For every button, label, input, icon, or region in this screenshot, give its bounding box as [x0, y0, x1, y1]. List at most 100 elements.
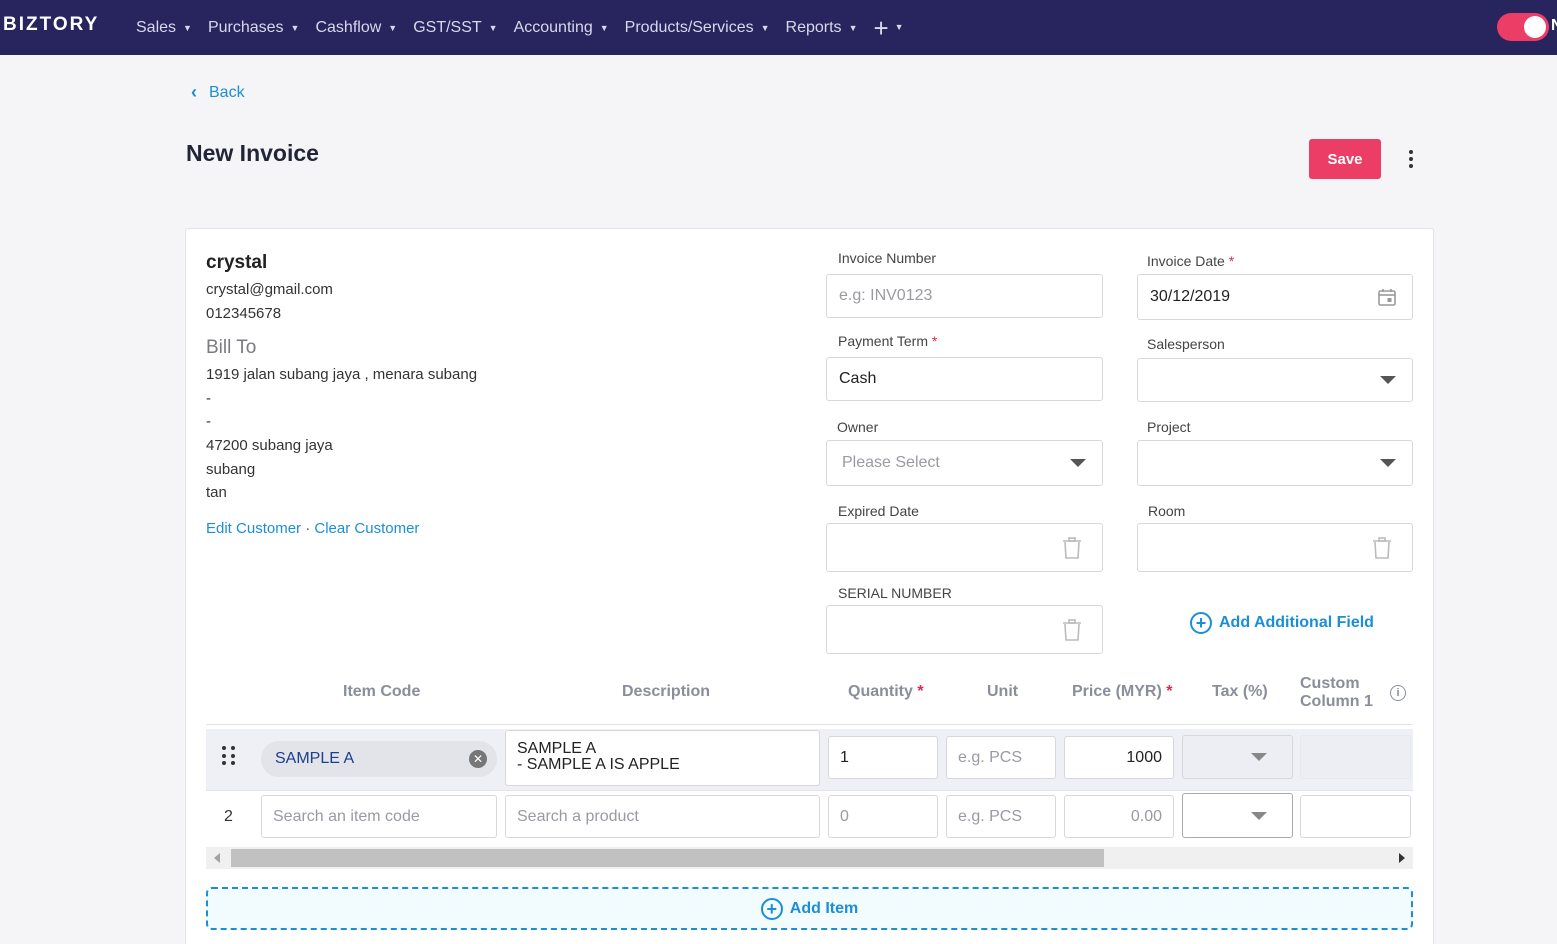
header-divider — [206, 724, 1413, 725]
serial-number-label: SERIAL NUMBER — [838, 585, 952, 601]
price-input[interactable]: 0.00 — [1064, 795, 1174, 838]
room-label: Room — [1148, 503, 1186, 519]
nav-accounting[interactable]: Accounting ▼ — [514, 19, 609, 37]
dropdown-arrow-icon — [1251, 811, 1267, 820]
room-input[interactable] — [1137, 523, 1413, 572]
tax-select[interactable] — [1182, 735, 1293, 779]
nav-purchases[interactable]: Purchases ▼ — [208, 19, 300, 37]
payment-term-label: Payment Term * — [838, 333, 938, 349]
caret-down-icon: ▼ — [894, 22, 904, 32]
bill-to-label: Bill To — [206, 337, 257, 358]
more-options-icon[interactable] — [1403, 146, 1419, 172]
project-select[interactable] — [1137, 440, 1413, 486]
trash-icon[interactable] — [1372, 536, 1392, 559]
calendar-icon[interactable] — [1378, 288, 1396, 306]
drag-handle-icon[interactable] — [222, 746, 236, 766]
address-line: - — [206, 390, 211, 407]
scrollbar-thumb[interactable] — [231, 849, 1104, 867]
project-label: Project — [1147, 419, 1191, 435]
product-search-input[interactable]: Search a product — [505, 795, 820, 838]
toggle-knob — [1524, 16, 1546, 38]
item-code-chip[interactable]: SAMPLE A ✕ — [261, 741, 497, 777]
invoice-date-label: Invoice Date * — [1147, 253, 1235, 269]
info-icon[interactable]: i — [1390, 685, 1406, 701]
page-title: New Invoice — [186, 140, 319, 166]
description-input[interactable]: SAMPLE A - SAMPLE A IS APPLE — [505, 730, 820, 786]
chevron-left-icon: ‹ — [191, 82, 197, 102]
nav-products-services[interactable]: Products/Services ▼ — [625, 19, 770, 37]
salesperson-label: Salesperson — [1147, 336, 1225, 352]
th-quantity: Quantity * — [848, 683, 924, 700]
separator: · — [305, 520, 311, 537]
row-divider — [206, 790, 1413, 791]
add-additional-field-button[interactable]: + Add Additional Field — [1190, 612, 1374, 634]
caret-down-icon: ▼ — [488, 22, 498, 33]
th-item-code: Item Code — [343, 683, 421, 700]
serial-number-input[interactable] — [826, 605, 1103, 654]
save-button[interactable]: Save — [1309, 139, 1381, 179]
top-navbar: BIZTORY Sales ▼ Purchases ▼ Cashflow ▼ GST/… — [0, 0, 1557, 55]
custom-column-input[interactable] — [1300, 795, 1411, 838]
brand-logo[interactable]: BIZTORY — [3, 14, 99, 36]
caret-down-icon: ▼ — [760, 22, 770, 33]
nav-quick-add[interactable]: + ▼ — [873, 15, 903, 41]
trash-icon[interactable] — [1062, 536, 1082, 559]
dropdown-arrow-icon — [1070, 459, 1086, 467]
salesperson-select[interactable] — [1137, 358, 1413, 402]
plus-circle-icon: + — [760, 897, 783, 920]
owner-select[interactable]: Please Select — [826, 440, 1103, 486]
caret-down-icon: ▼ — [183, 22, 192, 33]
nav-user-label[interactable]: N — [1551, 17, 1557, 35]
expired-date-input[interactable] — [826, 523, 1103, 572]
payment-term-input[interactable]: Cash — [826, 357, 1103, 401]
plus-circle-icon: + — [1190, 612, 1212, 634]
dropdown-arrow-icon — [1380, 376, 1396, 384]
nav-gst-sst[interactable]: GST/SST ▼ — [413, 19, 497, 37]
address-line: - — [206, 413, 211, 430]
scroll-left-icon[interactable] — [214, 853, 220, 863]
customer-phone: 012345678 — [206, 305, 282, 322]
th-tax: Tax (%) — [1212, 683, 1268, 700]
tax-select[interactable] — [1182, 793, 1293, 838]
nav-cashflow[interactable]: Cashflow ▼ — [315, 19, 397, 37]
address-line: 47200 subang jaya — [206, 437, 333, 454]
unit-input[interactable]: e.g. PCS — [946, 736, 1056, 779]
mode-toggle[interactable] — [1497, 13, 1549, 41]
address-line: tan — [206, 484, 227, 501]
invoice-number-input[interactable]: e.g: INV0123 — [826, 274, 1103, 318]
custom-column-input[interactable] — [1300, 735, 1411, 779]
scroll-right-icon[interactable] — [1399, 853, 1405, 863]
add-item-button[interactable]: + Add Item — [206, 887, 1413, 930]
clear-icon[interactable]: ✕ — [469, 750, 487, 768]
dropdown-arrow-icon — [1380, 459, 1396, 467]
caret-down-icon: ▼ — [388, 22, 398, 33]
nav-reports[interactable]: Reports ▼ — [786, 19, 858, 37]
horizontal-scrollbar[interactable] — [206, 847, 1413, 869]
edit-customer-link[interactable]: Edit Customer — [206, 520, 301, 537]
address-line: 1919 jalan subang jaya , menara subang — [206, 366, 478, 383]
item-code-search-input[interactable]: Search an item code — [261, 795, 497, 838]
nav-sales[interactable]: Sales ▼ — [136, 19, 192, 37]
caret-down-icon: ▼ — [599, 22, 609, 33]
nav-menu: Sales ▼ Purchases ▼ Cashflow ▼ GST/SST ▼ Acc… — [136, 0, 904, 55]
expired-date-label: Expired Date — [838, 503, 919, 519]
price-input[interactable]: 1000 — [1064, 736, 1174, 779]
trash-icon[interactable] — [1062, 618, 1082, 641]
invoice-date-input[interactable]: 30/12/2019 — [1137, 274, 1413, 320]
dropdown-arrow-icon — [1251, 753, 1267, 761]
th-unit: Unit — [987, 683, 1019, 700]
th-description: Description — [622, 683, 711, 700]
caret-down-icon: ▼ — [290, 22, 300, 33]
quantity-input[interactable]: 1 — [828, 736, 938, 779]
unit-input[interactable]: e.g. PCS — [946, 795, 1056, 838]
plus-icon: + — [873, 12, 889, 43]
clear-customer-link[interactable]: Clear Customer — [314, 520, 419, 537]
address-line: subang — [206, 461, 256, 478]
customer-email: crystal@gmail.com — [206, 281, 333, 298]
th-custom-column: Custom Column 1 — [1300, 675, 1373, 710]
back-link[interactable]: ‹ Back — [191, 82, 245, 103]
invoice-number-label: Invoice Number — [838, 250, 937, 266]
customer-actions: Edit Customer · Clear Customer — [206, 520, 419, 537]
quantity-input[interactable]: 0 — [828, 795, 938, 838]
row-number: 2 — [224, 808, 233, 825]
